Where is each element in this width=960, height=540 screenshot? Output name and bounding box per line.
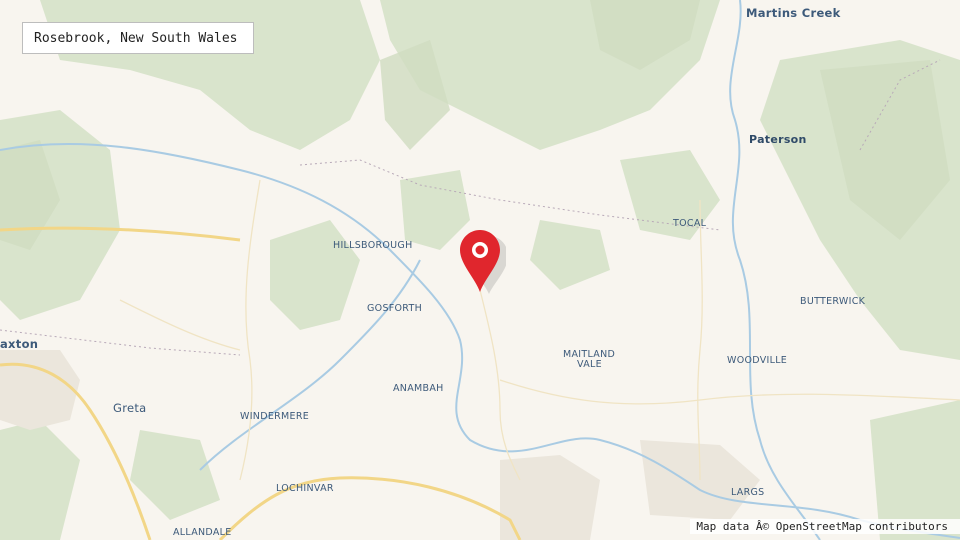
place-label-maxton: axton xyxy=(0,337,39,351)
place-label-woodville: WOODVILLE xyxy=(727,355,788,366)
location-search-field[interactable]: Rosebrook, New South Wales xyxy=(22,22,254,54)
place-label-martins-creek: Martins Creek xyxy=(746,6,841,20)
place-label-butterwick: BUTTERWICK xyxy=(800,296,866,307)
place-label-anambah: ANAMBAH xyxy=(393,383,444,394)
map-view[interactable]: Rosebrook, New South Wales Martins Creek… xyxy=(0,0,960,540)
place-label-largs: LARGS xyxy=(731,487,765,498)
place-label-allandale: ALLANDALE xyxy=(173,527,232,538)
map-pin-icon[interactable] xyxy=(458,228,506,294)
map-attribution: Map data Â© OpenStreetMap contributors xyxy=(690,519,960,534)
place-label-paterson: Paterson xyxy=(749,133,807,146)
place-label-hillsborough: HILLSBOROUGH xyxy=(333,240,413,251)
place-label-gosforth: GOSFORTH xyxy=(367,303,423,314)
place-label-windermere: WINDERMERE xyxy=(240,411,310,422)
place-label-greta: Greta xyxy=(113,401,147,415)
place-label-tocal: TOCAL xyxy=(673,218,707,229)
place-label-vale: VALE xyxy=(577,359,602,370)
place-label-lochinvar: LOCHINVAR xyxy=(276,483,334,494)
